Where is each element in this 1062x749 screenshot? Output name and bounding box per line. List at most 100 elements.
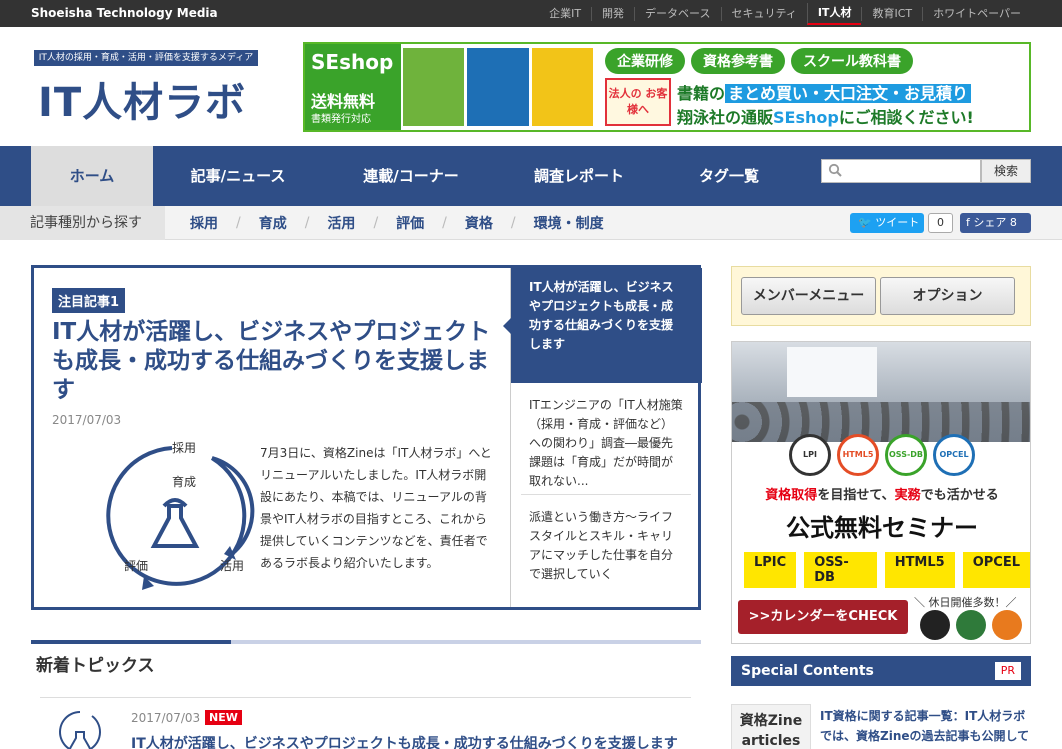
facebook-share-button[interactable]: f シェア 8 <box>960 213 1031 233</box>
member-panel: メンバーメニュー オプション <box>731 266 1031 326</box>
category-train[interactable]: 育成 <box>259 213 287 233</box>
featured-side-list: IT人材が活躍し、ビジネスやプロジェクトも成長・成功する仕組みづくりを支援します… <box>503 268 702 607</box>
site-links: 企業IT 開発 データベース セキュリティ IT人材 教育ICT ホワイトペーパ… <box>539 0 1031 27</box>
logo-tagline: IT人材の採用・育成・活用・評価を支援するメディア <box>34 50 258 66</box>
topic-link[interactable]: IT人材が活躍し、ビジネスやプロジェクトも成長・成功する仕組みづくりを支援します <box>131 733 678 749</box>
penguin-mascot-icon <box>920 610 950 640</box>
mascot-icon <box>956 610 986 640</box>
book-cover <box>403 48 465 126</box>
search-button[interactable]: 検索 <box>981 159 1031 183</box>
site-link-enterprise-it[interactable]: 企業IT <box>539 7 591 21</box>
pill-school-textbooks: スクール教科書 <box>791 48 913 74</box>
shikaku-zine-thumbnail[interactable]: 資格Zine articles <box>731 704 811 749</box>
tweet-button[interactable]: 🐦 ツイート <box>850 213 924 233</box>
publisher-brand[interactable]: Shoeisha Technology Media <box>31 6 218 20</box>
site-logo[interactable]: IT人材ラボ <box>38 70 246 128</box>
ad-tagline: 資格取得を目指せて、実務でも活かせる <box>732 484 1030 503</box>
nav-articles[interactable]: 記事/ニュース <box>170 146 306 206</box>
flask-icon <box>150 498 200 548</box>
pill-exam-books: 資格参考書 <box>691 48 785 74</box>
featured-badge: 注目記事1 <box>52 288 126 313</box>
banner-message-1: 書籍の まとめ買い・大口注文・お見積り <box>677 80 972 104</box>
nav-tags[interactable]: タグ一覧 <box>676 146 782 206</box>
ad-tag-c: 実務 <box>894 488 921 503</box>
search-area: 検索 <box>821 159 1031 183</box>
featured-article: 注目記事1 IT人材が活躍し、ビジネスやプロジェクトも成長・成功する仕組みづくり… <box>31 265 702 610</box>
category-recruit[interactable]: 採用 <box>190 213 218 233</box>
nav-reports[interactable]: 調査レポート <box>515 146 643 206</box>
active-pointer <box>503 318 511 334</box>
pill-corporate-training: 企業研修 <box>605 48 685 74</box>
shikaku-zine-link[interactable]: IT資格に関する記事一覧：IT人材ラボでは、資格Zineの過去記事も公開しており… <box>820 706 1035 749</box>
banner-pills: 企業研修 資格参考書 スクール教科書 <box>605 48 913 74</box>
category-evaluate[interactable]: 評価 <box>396 213 424 233</box>
ad-tag-b: を目指せて、 <box>817 488 895 503</box>
cert-logos: LPI HTML5 OSS-DB OPCEL <box>732 428 1030 482</box>
seshop-panel: SEshop 送料無料 書類発行対応 <box>305 44 401 130</box>
diagram-label-recruit: 採用 <box>172 441 196 455</box>
category-environment[interactable]: 環境・制度 <box>534 213 604 233</box>
tweet-count: 0 <box>928 213 953 233</box>
featured-date: 2017/07/03 <box>52 413 122 427</box>
divider <box>521 494 691 495</box>
seminar-ad[interactable]: LPI HTML5 OSS-DB OPCEL 資格取得を目指せて、実務でも活かせ… <box>731 341 1031 644</box>
options-button[interactable]: オプション <box>880 277 1015 315</box>
site-link-dev[interactable]: 開発 <box>591 6 634 21</box>
topics-bar-fill <box>31 640 231 644</box>
talent-cycle-diagram: 採用 育成 活用 評価 <box>106 441 255 590</box>
separator: / <box>442 215 447 231</box>
search-input[interactable] <box>821 159 981 183</box>
lpi-logo: LPI <box>789 434 831 476</box>
ad-cert-tags: LPIC OSS-DB HTML5 OPCEL <box>744 552 1030 588</box>
twitter-icon: 🐦 <box>858 216 876 229</box>
cycle-arc <box>211 456 255 558</box>
mascot-icon <box>992 610 1022 640</box>
side-item[interactable]: ITエンジニアの「IT人材施策（採用・育成・評価など）への関わり」調査―最優先課… <box>511 386 702 501</box>
seshop-banner[interactable]: SEshop 送料無料 書類発行対応 企業研修 資格参考書 スクール教科書 法人… <box>303 42 1031 132</box>
tweet-label: ツイート <box>875 216 920 229</box>
side-item[interactable]: 派遣という働き方～ライフスタイルとスキル・キャリアにマッチした仕事を自分で選択し… <box>511 498 702 594</box>
separator: / <box>304 215 310 231</box>
seshop-logo: SEshop <box>311 50 394 74</box>
topic-thumbnail[interactable] <box>52 706 108 749</box>
site-link-edu-ict[interactable]: 教育ICT <box>861 6 922 21</box>
ad-tag-d: でも活かせる <box>920 488 999 503</box>
book-cover <box>531 48 593 126</box>
member-menu-button[interactable]: メンバーメニュー <box>741 277 876 315</box>
site-link-it-jinzai[interactable]: IT人材 <box>806 2 862 25</box>
opcel-logo: OPCEL <box>933 434 975 476</box>
invoice-label: 書類発行対応 <box>311 114 371 125</box>
projector-screen <box>787 347 877 397</box>
corporate-customers-label: 法人の お客様へ <box>605 78 671 126</box>
book-cover <box>467 48 529 126</box>
tag-lpic: LPIC <box>744 552 797 588</box>
pr-badge: PR <box>994 662 1021 680</box>
site-link-whitepaper[interactable]: ホワイトペーパー <box>922 6 1031 21</box>
divider <box>40 697 691 698</box>
side-item-active[interactable]: IT人材が活躍し、ビジネスやプロジェクトも成長・成功する仕組みづくりを支援します <box>503 268 702 383</box>
special-contents-title: Special Contents <box>741 663 874 679</box>
search-icon <box>828 163 842 177</box>
topic-date: 2017/07/03 <box>131 711 201 725</box>
ad-headline: 公式無料セミナー <box>786 514 978 542</box>
category-links: 採用 / 育成 / 活用 / 評価 / 資格 / 環境・制度 <box>190 206 604 240</box>
special-contents-header: Special Contents PR <box>731 656 1031 686</box>
mascots <box>920 610 1026 642</box>
nav-home[interactable]: ホーム <box>31 146 153 206</box>
nav-series[interactable]: 連載/コーナー <box>340 146 482 206</box>
site-link-database[interactable]: データベース <box>634 6 720 21</box>
top-bar: Shoeisha Technology Media 企業IT 開発 データベース… <box>0 0 1062 27</box>
diagram-label-utilize: 活用 <box>220 559 244 573</box>
tag-html5: HTML5 <box>884 552 955 588</box>
separator: / <box>236 215 241 231</box>
site-link-security[interactable]: セキュリティ <box>720 6 807 21</box>
category-certification[interactable]: 資格 <box>465 213 493 233</box>
featured-title[interactable]: IT人材が活躍し、ビジネスやプロジェクトも成長・成功する仕組みづくりを支援します <box>52 318 502 405</box>
category-utilize[interactable]: 活用 <box>327 213 355 233</box>
tag-ossdb: OSS-DB <box>804 552 877 588</box>
calendar-check-button[interactable]: >>カレンダーをCHECK <box>738 600 908 634</box>
msg-highlight: まとめ買い・大口注文・お見積り <box>725 84 972 103</box>
ossdb-logo: OSS-DB <box>885 434 927 476</box>
banner-message-2: 翔泳社の通販SEshopにご相談ください! <box>677 104 974 128</box>
separator: / <box>373 215 379 231</box>
